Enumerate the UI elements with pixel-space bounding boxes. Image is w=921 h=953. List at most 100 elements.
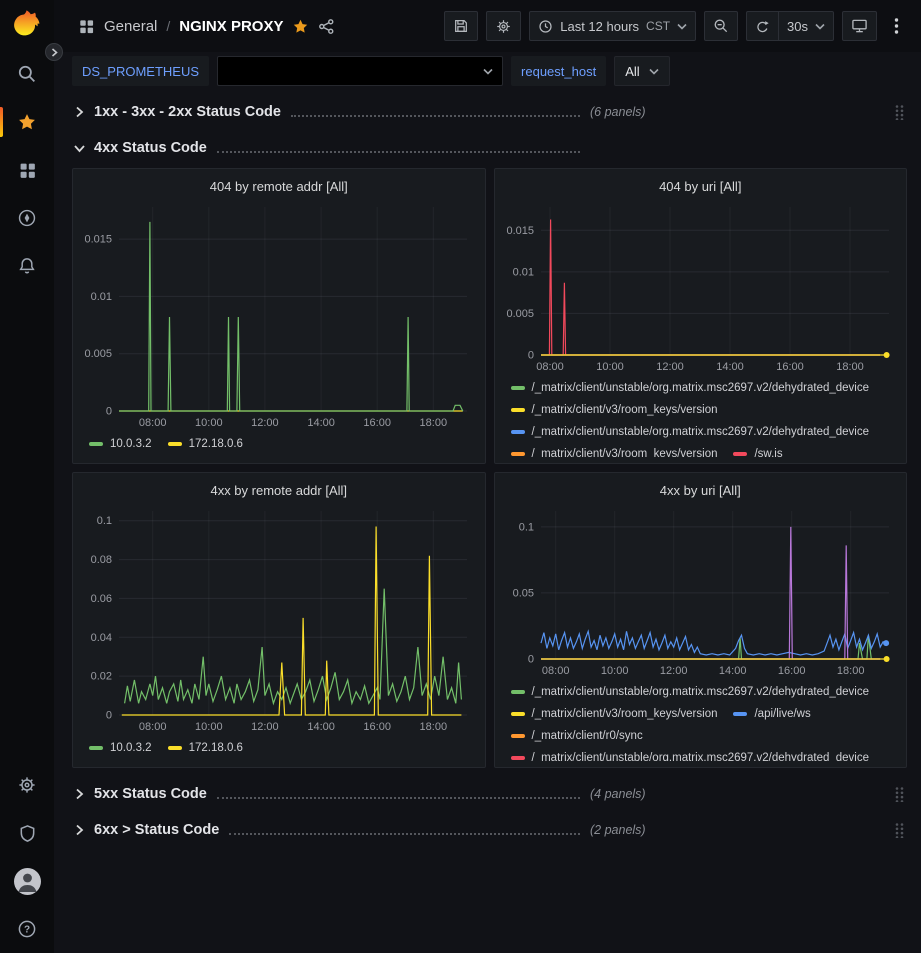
sidebar-collapse-button[interactable] [45,43,63,61]
svg-text:0.015: 0.015 [506,225,534,237]
row-header-1xx-3xx-2xx[interactable]: 1xx - 3xx - 2xx Status Code (6 panels) [72,98,907,126]
variable-label-request-host[interactable]: request_host [511,56,606,86]
legend-series-label: /sw.js [754,443,782,457]
svg-text:18:00: 18:00 [420,417,448,429]
legend-item[interactable]: /_matrix/client/v3/room_keys/version [511,703,718,725]
legend-series-marker [511,408,525,412]
legend-item[interactable]: 10.0.3.2 [89,737,152,759]
chart[interactable]: 00.020.040.060.080.108:0010:0012:0014:00… [81,503,477,735]
grafana-logo[interactable] [10,8,44,42]
legend-series-marker [511,430,525,434]
legend-item[interactable]: /_matrix/client/v3/room_keys/version [511,443,718,457]
svg-text:14:00: 14:00 [307,417,335,429]
legend-series-label: /_matrix/client/unstable/org.matrix.msc2… [532,421,870,443]
svg-text:0.01: 0.01 [512,266,533,278]
legend-item[interactable]: /sw.js [733,443,782,457]
svg-text:?: ? [24,925,30,936]
legend-row: 10.0.3.2 172.18.0.6 [89,737,477,759]
dashboard-settings-button[interactable] [486,11,521,41]
user-icon [14,868,41,895]
breadcrumb-folder[interactable]: General [104,18,157,35]
chart[interactable]: 00.050.108:0010:0012:0014:0016:0018:00 [503,503,899,679]
star-filled-icon [292,18,309,35]
legend-item[interactable]: 172.18.0.6 [168,433,243,455]
row-dotted-leader [291,115,580,117]
legend-series-marker [89,442,103,446]
sidebar-item-server-admin[interactable] [0,809,54,857]
favorite-star-button[interactable] [292,18,309,35]
time-range-picker[interactable]: Last 12 hours CST [529,11,696,41]
svg-text:0: 0 [527,654,533,666]
bell-icon [17,256,37,276]
more-options-button[interactable] [885,11,907,41]
zoom-out-time-button[interactable] [704,11,738,41]
dashboard-grid-icon[interactable] [78,18,95,35]
refresh-button[interactable] [746,11,778,41]
row-header-4xx[interactable]: 4xx Status Code [72,134,907,162]
sidebar-item-dashboards[interactable] [0,146,54,194]
svg-text:12:00: 12:00 [251,721,279,733]
legend-item[interactable]: 10.0.3.2 [89,433,152,455]
svg-text:16:00: 16:00 [776,361,804,373]
drag-handle-icon[interactable] [894,822,905,838]
row-title-wrap: 4xx Status Code [94,140,580,156]
breadcrumb: General / NGINX PROXY [78,18,335,35]
zoom-out-icon [713,18,729,34]
legend-series-label: 172.18.0.6 [189,737,243,759]
gear-icon [495,18,512,35]
row-header-5xx[interactable]: 5xx Status Code (4 panels) [72,780,907,808]
time-range-label: Last 12 hours [560,19,639,34]
sidebar-item-alerting[interactable] [0,242,54,290]
variable-value-request-host[interactable]: All [614,56,669,86]
refresh-interval-picker[interactable]: 30s [778,11,834,41]
variable-value-ds-prometheus[interactable] [217,56,503,86]
legend-item[interactable]: /_matrix/client/unstable/org.matrix.msc2… [511,747,870,761]
panel-title[interactable]: 404 by remote addr [All] [81,173,477,199]
panel-title[interactable]: 4xx by remote addr [All] [81,477,477,503]
legend-series-label: 172.18.0.6 [189,433,243,455]
sidebar-item-configuration[interactable] [0,761,54,809]
svg-text:10:00: 10:00 [195,417,223,429]
svg-text:0.015: 0.015 [84,234,112,246]
variable-label-ds-prometheus[interactable]: DS_PROMETHEUS [72,56,209,86]
svg-text:0.01: 0.01 [91,291,112,303]
share-button[interactable] [318,18,335,35]
legend-series-marker [733,712,747,716]
panel-title[interactable]: 404 by uri [All] [503,173,899,199]
row-panel-count: (2 panels) [590,823,646,837]
legend-item[interactable]: /_matrix/client/r0/sync [511,725,643,747]
row-title-wrap: 1xx - 3xx - 2xx Status Code [94,104,580,120]
chart[interactable]: 00.0050.010.01508:0010:0012:0014:0016:00… [503,199,899,375]
panel-title[interactable]: 4xx by uri [All] [503,477,899,503]
svg-text:0: 0 [527,350,533,362]
sidebar-item-profile[interactable] [0,857,54,905]
tv-mode-button[interactable] [842,11,877,41]
panel-4xx-by-remote-addr: 4xx by remote addr [All] 00.020.040.060.… [72,472,486,768]
row-title: 5xx Status Code [94,786,207,802]
header-actions: Last 12 hours CST 30s [444,11,907,41]
sidebar-item-starred[interactable] [0,98,54,146]
row-header-6xx[interactable]: 6xx > Status Code (2 panels) [72,816,907,844]
legend-series-label: /api/live/ws [754,703,810,725]
breadcrumb-dashboard-title[interactable]: NGINX PROXY [179,18,283,35]
drag-handle-icon[interactable] [894,104,905,120]
legend-item[interactable]: /_matrix/client/unstable/org.matrix.msc2… [511,377,870,399]
chart[interactable]: 00.0050.010.01508:0010:0012:0014:0016:00… [81,199,477,431]
row-title-wrap: 5xx Status Code [94,786,580,802]
legend-row: /_matrix/client/unstable/org.matrix.msc2… [511,377,899,399]
svg-text:0.08: 0.08 [91,554,112,566]
sidebar-item-help[interactable]: ? [0,905,54,953]
chevron-down-icon [72,144,87,153]
legend-row: /_matrix/client/unstable/org.matrix.msc2… [511,421,899,443]
drag-handle-icon[interactable] [894,786,905,802]
legend-item[interactable]: /_matrix/client/v3/room_keys/version [511,399,718,421]
save-dashboard-button[interactable] [444,11,478,41]
chevron-right-icon [72,788,87,800]
legend-item[interactable]: /_matrix/client/unstable/org.matrix.msc2… [511,681,870,703]
legend-item[interactable]: /_matrix/client/unstable/org.matrix.msc2… [511,421,870,443]
sidebar-item-explore[interactable] [0,194,54,242]
chart-legend: /_matrix/client/unstable/org.matrix.msc2… [503,375,899,457]
legend-item[interactable]: /api/live/ws [733,703,810,725]
legend-series-marker [511,756,525,760]
legend-item[interactable]: 172.18.0.6 [168,737,243,759]
